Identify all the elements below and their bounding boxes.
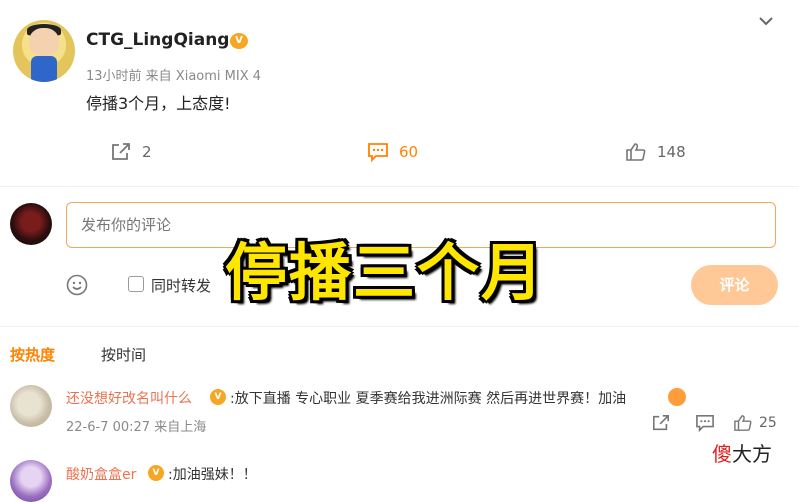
comment-avatar[interactable]	[10, 385, 52, 427]
divider	[0, 186, 799, 187]
comment-username[interactable]: 还没想好改名叫什么	[66, 388, 192, 408]
vip-icon: V	[148, 465, 164, 481]
share-icon	[112, 143, 130, 160]
author-username[interactable]: CTG_LingQiang	[86, 30, 229, 50]
repost-label[interactable]: 同时转发	[151, 275, 211, 296]
tab-sort-time[interactable]: 按时间	[101, 344, 146, 365]
chevron-down-icon[interactable]	[758, 13, 774, 29]
tab-sort-hot[interactable]: 按热度	[10, 344, 55, 365]
share-icon	[652, 414, 670, 431]
author-avatar[interactable]	[13, 20, 75, 82]
comment-icon	[368, 143, 388, 162]
post-text: 停播3个月，上态度!	[86, 94, 231, 113]
comment-text: :放下直播 专心职业 夏季赛给我进洲际赛 然后再进世界赛！加油	[230, 391, 627, 407]
comment-icon	[696, 414, 714, 432]
comment-username[interactable]: 酸奶盒盒er	[66, 464, 136, 484]
comment-count: 60	[399, 143, 419, 161]
submit-comment-button[interactable]: 评论	[691, 265, 778, 305]
overlay-caption: 停播三个月	[225, 236, 546, 309]
post-meta: 13小时前 来自 Xiaomi MIX 4	[86, 69, 262, 84]
comment-reply-button[interactable]	[695, 414, 715, 432]
emoji-icon[interactable]	[66, 274, 88, 296]
comment-avatar[interactable]	[10, 460, 52, 502]
vip-icon: V	[230, 33, 248, 49]
divider	[0, 326, 799, 327]
like-button[interactable]: 148	[625, 140, 686, 164]
comment-like-count: 25	[759, 415, 777, 431]
comment-text: :加油强妹！！	[168, 467, 257, 483]
share-button[interactable]: 2	[110, 140, 152, 164]
comment-like-button[interactable]: 25	[733, 414, 777, 432]
like-icon	[734, 415, 752, 431]
current-user-avatar	[10, 203, 52, 245]
vip-icon: V	[210, 389, 226, 405]
share-count: 2	[142, 143, 152, 161]
watermark: 傻大方	[712, 442, 772, 466]
like-icon	[626, 143, 646, 161]
repost-checkbox[interactable]	[128, 276, 144, 292]
comment-meta: 22-6-7 00:27 来自上海	[66, 420, 207, 435]
comment-share-button[interactable]	[651, 414, 671, 432]
emoji-icon	[668, 388, 686, 406]
comment-button[interactable]: 60	[367, 140, 418, 164]
like-count: 148	[657, 143, 686, 161]
